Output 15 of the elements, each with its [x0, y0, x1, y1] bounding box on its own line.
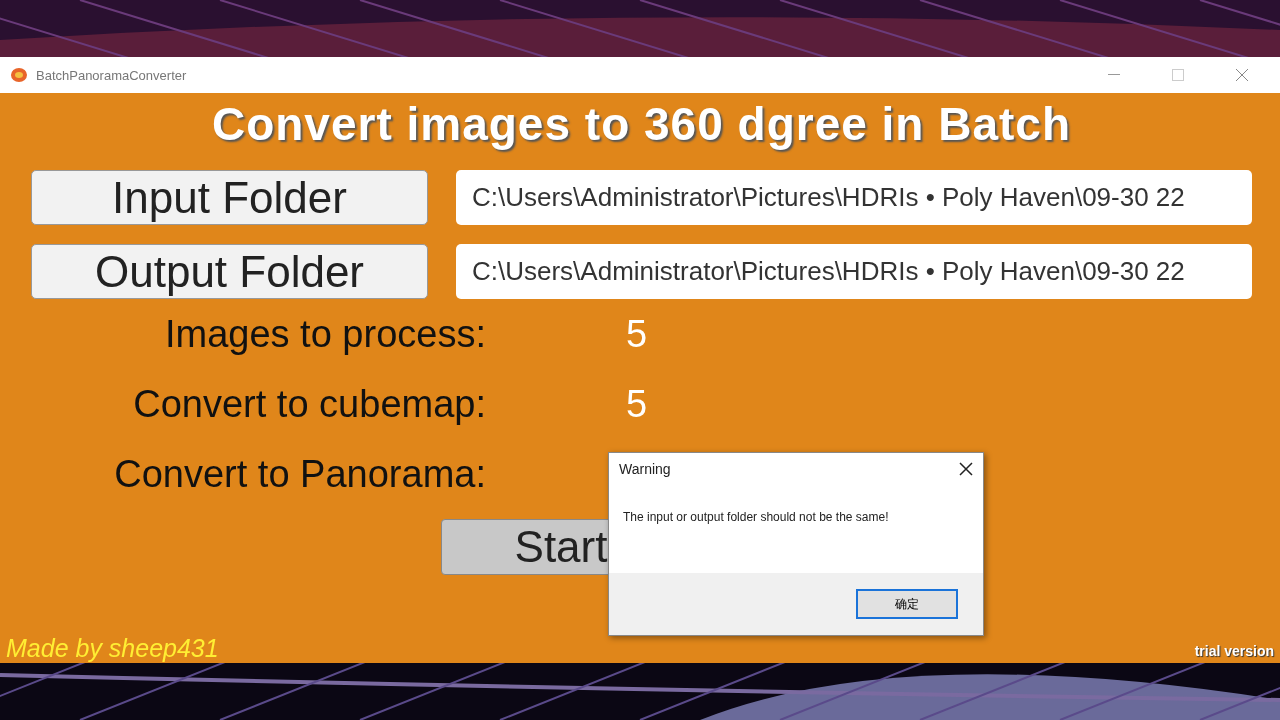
- folder-button[interactable]: Input Folder: [31, 170, 428, 225]
- stat-value: 5: [626, 382, 649, 426]
- stat-label: Images to process:: [163, 312, 486, 356]
- folder-button[interactable]: Output Folder: [31, 244, 428, 299]
- path-field[interactable]: C:\Users\Administrator\Pictures\HDRIs • Poly Haven\09-30 22: [456, 170, 1252, 225]
- ok-button[interactable]: 确定: [856, 589, 958, 619]
- window-title: BatchPanoramaConverter: [36, 67, 188, 83]
- credit-text: Made by sheep431: [6, 634, 219, 663]
- stat-label: Convert to Panorama:: [113, 452, 486, 496]
- dialog-title: Warning: [619, 461, 671, 477]
- stat-label: Convert to cubemap:: [132, 382, 486, 426]
- app-heading: Convert images to 360 dgree in Batch: [211, 97, 1072, 151]
- path-field[interactable]: C:\Users\Administrator\Pictures\HDRIs • Poly Haven\09-30 22: [456, 244, 1252, 299]
- stat-value: 5: [626, 312, 649, 356]
- edition-label: trial version: [1194, 643, 1274, 659]
